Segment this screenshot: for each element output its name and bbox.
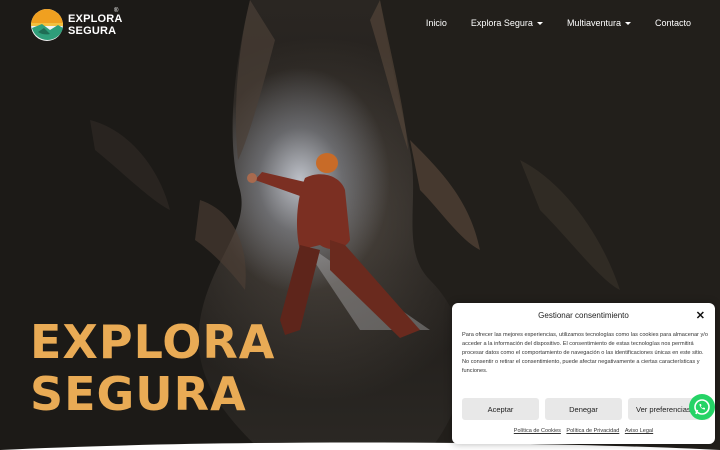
deny-button[interactable]: Denegar: [545, 398, 622, 420]
legal-notice-link[interactable]: Aviso Legal: [625, 428, 653, 434]
logo[interactable]: EXPLORA SEGURA ®: [30, 8, 122, 42]
hero-title-line1: EXPLORA: [30, 315, 276, 369]
logo-line2: SEGURA: [68, 25, 117, 37]
site-header: EXPLORA SEGURA ® Inicio Explora Segura M…: [0, 0, 720, 50]
privacy-policy-link[interactable]: Política de Privacidad: [566, 428, 619, 434]
cookie-consent-dialog: Gestionar consentimiento ✕ Para ofrecer …: [452, 303, 715, 444]
whatsapp-button[interactable]: [689, 394, 715, 420]
nav-item-inicio[interactable]: Inicio: [426, 18, 447, 28]
nav-label: Multiaventura: [566, 18, 621, 28]
chevron-down-icon: [536, 21, 543, 25]
logo-text: EXPLORA SEGURA: [68, 13, 123, 37]
main-nav: Inicio Explora Segura Multiaventura Cont…: [402, 18, 691, 28]
whatsapp-icon: [694, 399, 710, 415]
nav-label: Inicio: [425, 18, 447, 28]
registered-mark: ®: [114, 8, 119, 14]
hero-title: EXPLORA SEGURA: [30, 316, 275, 420]
accept-button[interactable]: Aceptar: [462, 398, 539, 420]
nav-label: Contacto: [654, 18, 691, 28]
consent-links: Política de Cookies Política de Privacid…: [452, 428, 715, 434]
chevron-down-icon: [624, 21, 631, 25]
hero-title-line2: SEGURA: [30, 367, 247, 421]
nav-item-contacto[interactable]: Contacto: [655, 18, 691, 28]
consent-body: Para ofrecer las mejores experiencias, u…: [462, 332, 708, 374]
consent-title: Gestionar consentimiento: [538, 311, 629, 320]
close-icon[interactable]: ✕: [696, 309, 705, 322]
nav-label: Explora Segura: [470, 18, 533, 28]
cookie-policy-link[interactable]: Política de Cookies: [514, 428, 561, 434]
logo-icon: [31, 9, 63, 41]
logo-line1: EXPLORA: [68, 13, 123, 25]
nav-item-multiaventura[interactable]: Multiaventura: [567, 18, 631, 28]
nav-item-explora-segura[interactable]: Explora Segura: [471, 18, 543, 28]
